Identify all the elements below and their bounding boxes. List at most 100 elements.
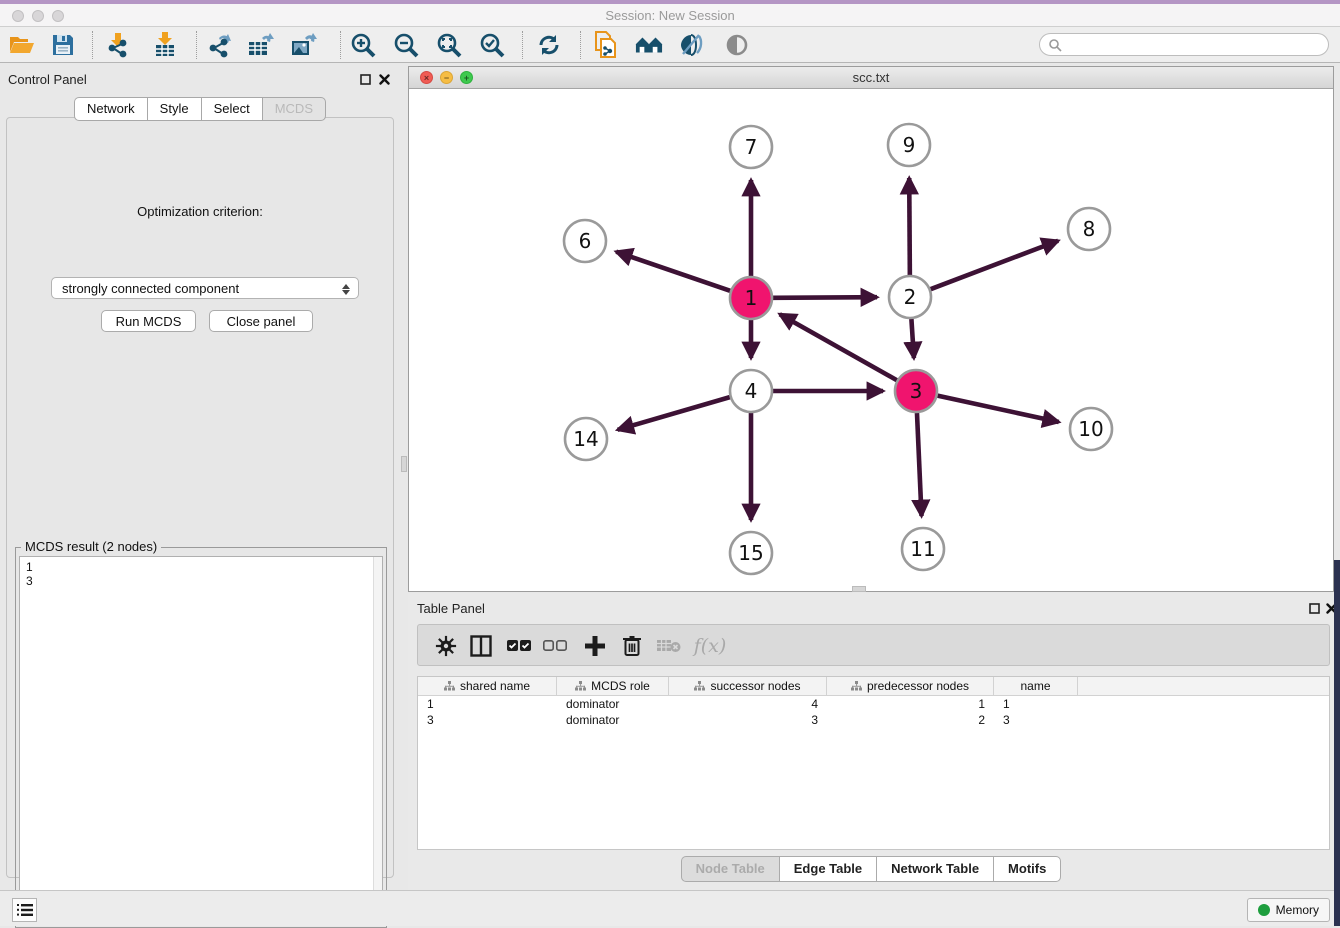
function-builder-icon[interactable]: f(x) <box>690 632 730 660</box>
split-columns-icon[interactable] <box>466 632 496 660</box>
tab-style[interactable]: Style <box>147 97 201 121</box>
column-header-MCDS-role[interactable]: MCDS role <box>557 677 669 695</box>
task-history-button[interactable] <box>12 898 37 922</box>
cell-name[interactable]: 3 <box>994 712 1078 728</box>
float-table-panel-icon[interactable] <box>1307 601 1321 615</box>
graph-node-label: 7 <box>745 135 758 159</box>
hierarchy-icon <box>444 681 455 691</box>
tab-mcds[interactable]: MCDS <box>262 97 326 121</box>
cell-shared-name[interactable]: 1 <box>418 696 557 712</box>
mcds-result-textarea[interactable]: 1 3 <box>19 556 383 924</box>
graph-edge-3-1[interactable] <box>780 314 897 380</box>
graph-node-9[interactable]: 9 <box>888 124 930 166</box>
cell-MCDS-role[interactable]: dominator <box>557 712 669 728</box>
zoom-out-icon[interactable] <box>392 32 420 58</box>
horizontal-splitter-handle[interactable] <box>852 586 866 592</box>
close-panel-button[interactable]: Close panel <box>209 310 313 332</box>
save-session-icon[interactable] <box>49 32 77 58</box>
select-all-checkbox-icon[interactable] <box>504 632 534 660</box>
column-header-shared-name[interactable]: shared name <box>418 677 557 695</box>
control-panel-tabs: NetworkStyleSelectMCDS <box>0 97 400 121</box>
cell-name[interactable]: 1 <box>994 696 1078 712</box>
graph-node-label: 9 <box>903 133 916 157</box>
column-header-predecessor-nodes[interactable]: predecessor nodes <box>827 677 994 695</box>
memory-label: Memory <box>1276 903 1319 917</box>
tab-network[interactable]: Network <box>74 97 147 121</box>
graph-node-10[interactable]: 10 <box>1070 408 1112 450</box>
deselect-all-checkbox-icon[interactable] <box>540 632 570 660</box>
run-mcds-button[interactable]: Run MCDS <box>101 310 196 332</box>
graph-node-2[interactable]: 2 <box>889 276 931 318</box>
tab-motifs[interactable]: Motifs <box>993 856 1061 882</box>
delete-column-icon[interactable] <box>617 632 647 660</box>
optimization-criterion-dropdown[interactable]: strongly connected component <box>51 277 359 299</box>
graph-node-3[interactable]: 3 <box>895 370 937 412</box>
network-overview-icon[interactable] <box>635 32 663 58</box>
cell-shared-name[interactable]: 3 <box>418 712 557 728</box>
close-panel-icon[interactable] <box>377 72 391 86</box>
zoom-selected-icon[interactable] <box>478 32 506 58</box>
export-table-icon[interactable] <box>248 32 276 58</box>
column-label: MCDS role <box>591 679 650 693</box>
zoom-fit-icon[interactable] <box>435 32 463 58</box>
network-window-titlebar[interactable]: × − + scc.txt <box>409 67 1333 89</box>
cell-successor-nodes[interactable]: 4 <box>669 696 827 712</box>
tab-edge-table[interactable]: Edge Table <box>779 856 876 882</box>
tab-network-table[interactable]: Network Table <box>876 856 993 882</box>
graph-node-8[interactable]: 8 <box>1068 208 1110 250</box>
table-row[interactable]: 1dominator411 <box>418 696 1329 712</box>
add-column-icon[interactable] <box>580 632 610 660</box>
import-network-icon[interactable] <box>104 32 132 58</box>
toggle-graphics-details-icon[interactable] <box>678 32 706 58</box>
graph-edge-1-2[interactable] <box>773 297 877 298</box>
cell-MCDS-role[interactable]: dominator <box>557 696 669 712</box>
cell-predecessor-nodes[interactable]: 1 <box>827 696 994 712</box>
splitter-handle[interactable] <box>401 456 407 472</box>
cell-successor-nodes[interactable]: 3 <box>669 712 827 728</box>
refresh-layout-icon[interactable] <box>535 32 563 58</box>
result-scrollbar[interactable] <box>373 557 382 923</box>
graph-edge-1-6[interactable] <box>616 252 730 291</box>
graph-edge-3-11[interactable] <box>917 413 922 516</box>
delete-table-icon[interactable] <box>654 632 684 660</box>
export-network-icon[interactable] <box>205 32 233 58</box>
graph-node-1[interactable]: 1 <box>730 277 772 319</box>
birds-eye-icon[interactable] <box>723 32 751 58</box>
tab-node-table[interactable]: Node Table <box>681 856 779 882</box>
chevron-updown-icon <box>341 281 351 297</box>
search-input[interactable] <box>1062 34 1328 55</box>
graph-edge-3-10[interactable] <box>937 396 1058 422</box>
column-header-name[interactable]: name <box>994 677 1078 695</box>
control-panel-header: Control Panel <box>0 66 400 94</box>
graph-node-label: 6 <box>579 229 592 253</box>
cell-predecessor-nodes[interactable]: 2 <box>827 712 994 728</box>
search-field[interactable] <box>1039 33 1329 56</box>
panel-splitter[interactable] <box>400 66 408 878</box>
graph-node-15[interactable]: 15 <box>730 532 772 574</box>
float-panel-icon[interactable] <box>358 72 372 86</box>
duplicate-network-icon[interactable] <box>591 32 619 58</box>
network-window: × − + scc.txt 7 9 6 8 1 2 4 3 14 10 15 11 <box>408 66 1334 592</box>
column-header-successor-nodes[interactable]: successor nodes <box>669 677 827 695</box>
graph-edge-4-14[interactable] <box>618 397 730 430</box>
graph-node-4[interactable]: 4 <box>730 370 772 412</box>
import-table-icon[interactable] <box>151 32 179 58</box>
graph-node-6[interactable]: 6 <box>564 220 606 262</box>
table-row[interactable]: 3dominator323 <box>418 712 1329 728</box>
zoom-in-icon[interactable] <box>349 32 377 58</box>
graph-node-14[interactable]: 14 <box>565 418 607 460</box>
gear-icon[interactable] <box>431 632 461 660</box>
main-toolbar <box>0 27 1340 63</box>
graph-node-label: 4 <box>745 379 758 403</box>
graph-edge-2-9[interactable] <box>909 178 910 275</box>
graph-node-11[interactable]: 11 <box>902 528 944 570</box>
open-file-icon[interactable] <box>8 32 36 58</box>
export-image-icon[interactable] <box>291 32 319 58</box>
tab-select[interactable]: Select <box>201 97 262 121</box>
graph-edge-2-3[interactable] <box>911 319 913 358</box>
graph-node-7[interactable]: 7 <box>730 126 772 168</box>
memory-button[interactable]: Memory <box>1247 898 1330 922</box>
graph-edge-2-8[interactable] <box>931 241 1059 289</box>
network-canvas[interactable]: 7 9 6 8 1 2 4 3 14 10 15 11 <box>409 89 1333 591</box>
graph-node-label: 2 <box>904 285 917 309</box>
